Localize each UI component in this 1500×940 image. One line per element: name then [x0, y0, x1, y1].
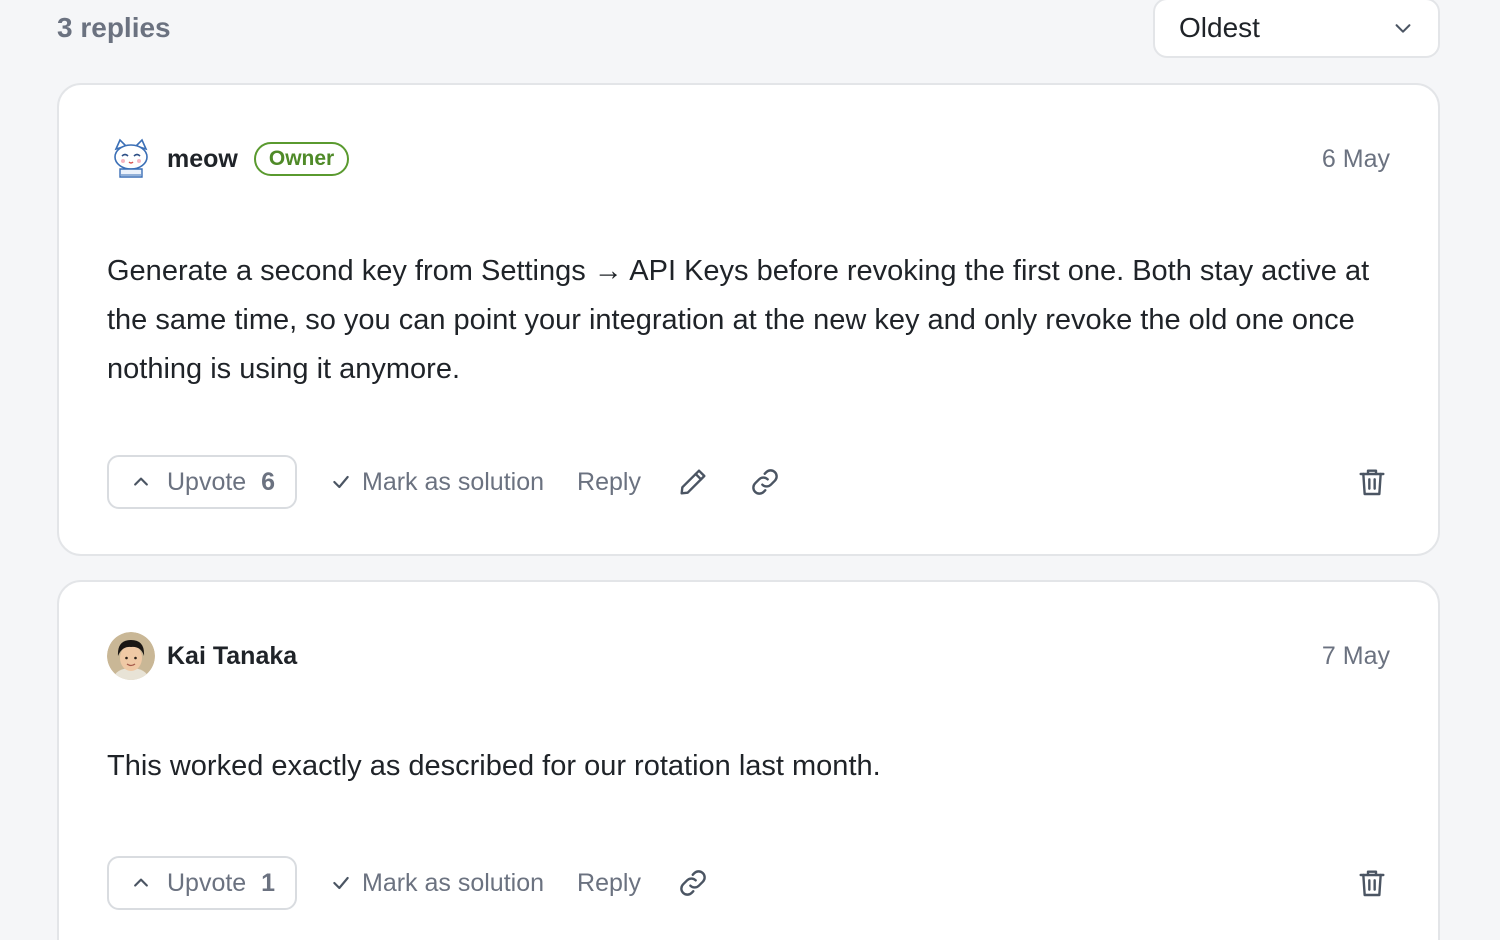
sort-select[interactable]: Oldest: [1153, 0, 1440, 58]
replies-count: 3 replies: [57, 12, 171, 43]
check-icon: [333, 876, 349, 890]
trash-icon: [1359, 870, 1385, 897]
mark-as-solution-button[interactable]: Mark as solution: [331, 468, 544, 497]
author-name[interactable]: meow: [167, 145, 238, 174]
reply-body: Generate a second key from Settings → AP…: [107, 255, 1370, 385]
check-icon: [333, 475, 349, 489]
chevron-up-icon: [134, 878, 148, 887]
avatar[interactable]: [107, 632, 155, 680]
author-name[interactable]: Kai Tanaka: [167, 642, 297, 671]
chevron-down-icon: [1395, 24, 1411, 33]
mark-as-solution-button[interactable]: Mark as solution: [331, 869, 544, 898]
post-date: 7 May: [1321, 641, 1390, 670]
trash-icon: [1359, 469, 1385, 496]
upvote-button[interactable]: Upvote 1: [107, 856, 297, 910]
upvote-label: Upvote: [167, 467, 247, 496]
reply-author-row: Kai Tanaka 7 May: [107, 632, 1390, 680]
reply-card: Kai Tanaka 7 May This worked exactly as …: [57, 580, 1440, 940]
upvote-count: 1: [261, 868, 275, 897]
reply-button[interactable]: Reply: [577, 468, 641, 497]
avatar[interactable]: [107, 135, 155, 183]
mark-solution-label: Mark as solution: [362, 467, 545, 496]
copy-link-button[interactable]: [675, 865, 711, 901]
pencil-icon: [680, 469, 706, 495]
chevron-up-icon: [134, 477, 148, 486]
delete-button[interactable]: [1354, 464, 1390, 500]
copy-link-button[interactable]: [747, 464, 783, 500]
reply-actions: Upvote 6 Mark as solution Reply: [107, 455, 1390, 509]
link-icon: [680, 870, 706, 896]
owner-badge: Owner: [253, 142, 350, 176]
reply-button[interactable]: Reply: [577, 869, 641, 898]
edit-button[interactable]: [675, 464, 711, 500]
reply-actions: Upvote 1 Mark as solution Reply: [107, 856, 1390, 910]
reply-author-row: meow Owner 6 May: [107, 135, 1390, 183]
reply-body: This worked exactly as described for our…: [107, 750, 881, 782]
reply-card: meow Owner 6 May Generate a second key f…: [57, 83, 1440, 556]
replies-page: 3 replies Oldest meow Owner 6 May Genera…: [0, 0, 1500, 940]
upvote-count: 6: [261, 467, 275, 496]
sort-selected-value: Oldest: [1179, 12, 1260, 43]
delete-button[interactable]: [1354, 865, 1390, 901]
replies-header: 3 replies Oldest: [57, 0, 1440, 58]
upvote-button[interactable]: Upvote 6: [107, 455, 297, 509]
post-date: 6 May: [1321, 144, 1390, 173]
mark-solution-label: Mark as solution: [362, 868, 545, 897]
link-icon: [752, 469, 778, 495]
upvote-label: Upvote: [167, 868, 247, 897]
